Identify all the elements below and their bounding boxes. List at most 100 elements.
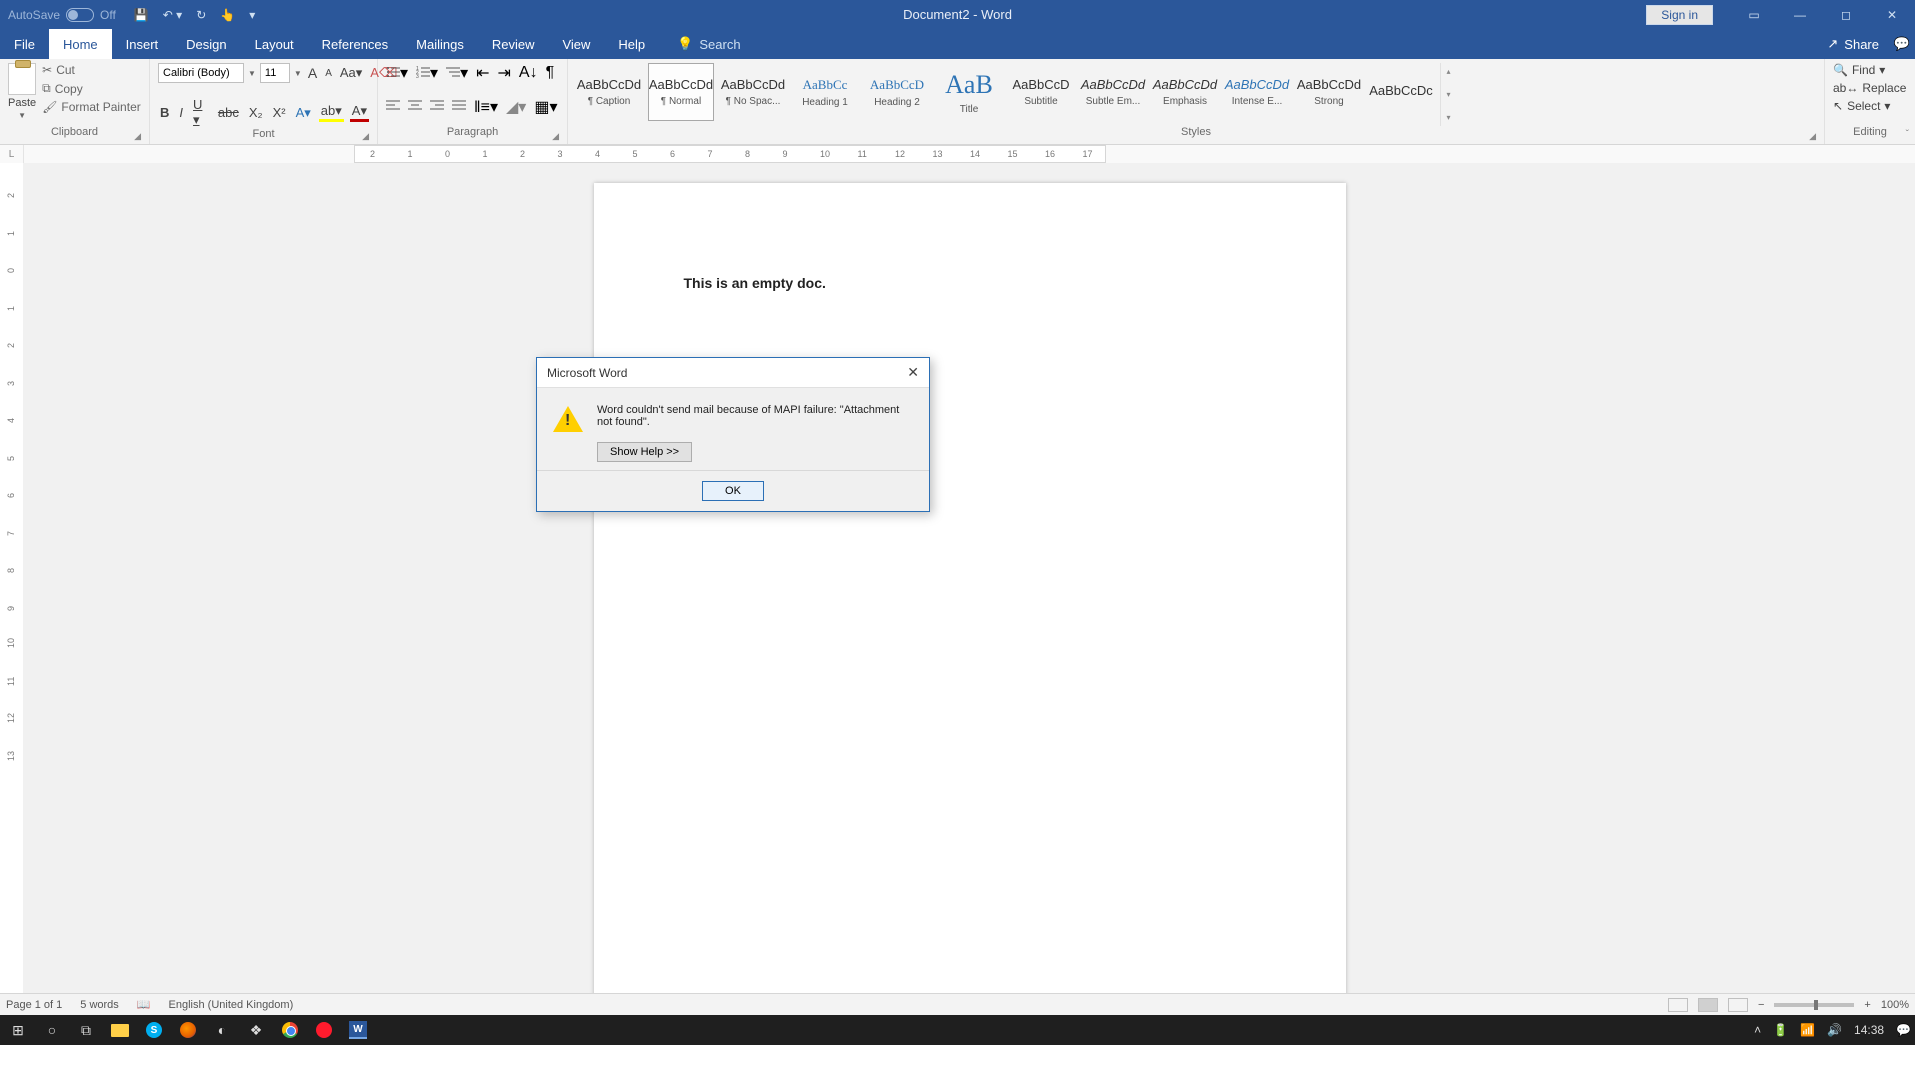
save-icon[interactable]: 💾 <box>134 8 149 22</box>
styles-scroll[interactable]: ▴▾▾ <box>1440 63 1456 126</box>
chrome-icon[interactable] <box>276 1015 304 1045</box>
task-view-icon[interactable]: ⧉ <box>72 1015 100 1045</box>
justify-icon[interactable] <box>452 98 466 116</box>
strikethrough-button[interactable]: abc <box>216 105 241 120</box>
redo-icon[interactable]: ↻ <box>196 8 206 22</box>
search-input[interactable] <box>699 37 819 52</box>
share-button[interactable]: ↗ Share <box>1827 29 1879 59</box>
touch-mode-icon[interactable]: 👆 <box>220 8 235 22</box>
find-button[interactable]: 🔍Find ▾ <box>1833 63 1885 77</box>
horizontal-ruler[interactable]: 210123456789101112131415161718 <box>354 145 1106 163</box>
font-color-icon[interactable]: A▾ <box>350 103 369 122</box>
numbering-icon[interactable]: 123▾ <box>416 63 438 83</box>
style-tile[interactable]: AaBbCcHeading 1 <box>792 63 858 121</box>
borders-icon[interactable]: ▦▾ <box>534 97 557 117</box>
align-right-icon[interactable] <box>430 98 444 116</box>
underline-button[interactable]: U ▾ <box>191 97 210 128</box>
tab-layout[interactable]: Layout <box>241 29 308 59</box>
skype-icon[interactable]: S <box>140 1015 168 1045</box>
tab-home[interactable]: Home <box>49 29 112 59</box>
tab-mailings[interactable]: Mailings <box>402 29 478 59</box>
cortana-icon[interactable]: ○ <box>38 1015 66 1045</box>
document-text[interactable]: This is an empty doc. <box>684 275 1256 291</box>
tell-me-search[interactable]: 💡 <box>677 29 819 59</box>
tab-selector[interactable]: L <box>0 145 24 163</box>
dialog-launcher-icon[interactable]: ◢ <box>552 131 559 142</box>
zoom-in-icon[interactable]: + <box>1864 999 1870 1011</box>
collapse-ribbon-icon[interactable]: ˇ <box>1906 129 1909 140</box>
italic-button[interactable]: I <box>177 105 185 120</box>
zoom-level[interactable]: 100% <box>1881 999 1909 1011</box>
action-center-icon[interactable]: 💬 <box>1896 1023 1911 1037</box>
sign-in-button[interactable]: Sign in <box>1646 5 1713 25</box>
font-name-combo[interactable]: Calibri (Body) <box>158 63 244 83</box>
file-explorer-icon[interactable] <box>106 1015 134 1045</box>
text-effects-icon[interactable]: A▾ <box>294 105 313 121</box>
clock[interactable]: 14:38 <box>1854 1023 1884 1037</box>
replace-button[interactable]: ab↔Replace <box>1833 81 1906 95</box>
comments-icon[interactable]: 💬 <box>1889 29 1915 59</box>
firefox-icon[interactable] <box>174 1015 202 1045</box>
maximize-icon[interactable]: ◻ <box>1823 0 1869 29</box>
battery-icon[interactable]: 🔋 <box>1773 1023 1788 1037</box>
multilevel-list-icon[interactable]: ▾ <box>446 63 468 83</box>
zoom-out-icon[interactable]: − <box>1758 999 1764 1011</box>
dialog-close-icon[interactable]: ✕ <box>907 364 919 381</box>
undo-icon[interactable]: ↶ ▾ <box>163 8 182 22</box>
style-tile[interactable]: AaBbCcDd¶ Normal <box>648 63 714 121</box>
style-tile[interactable]: AaBbCcDd¶ Caption <box>576 63 642 121</box>
spell-check-icon[interactable]: 📖 <box>137 998 151 1011</box>
change-case-icon[interactable]: Aa▾ <box>338 65 364 81</box>
superscript-button[interactable]: X² <box>271 105 288 120</box>
font-size-combo[interactable]: 11 <box>260 63 290 83</box>
shading-icon[interactable]: ◢▾ <box>506 97 526 117</box>
show-marks-icon[interactable]: ¶ <box>546 64 555 82</box>
align-left-icon[interactable] <box>386 98 400 116</box>
tab-references[interactable]: References <box>308 29 402 59</box>
tab-help[interactable]: Help <box>604 29 659 59</box>
grow-font-icon[interactable]: A <box>306 65 319 81</box>
dialog-titlebar[interactable]: Microsoft Word ✕ <box>537 358 929 388</box>
close-icon[interactable]: ✕ <box>1869 0 1915 29</box>
show-help-button[interactable]: Show Help >> <box>597 442 692 462</box>
increase-indent-icon[interactable]: ⇥ <box>498 63 511 83</box>
line-spacing-icon[interactable]: ‖≡▾ <box>474 97 498 117</box>
copy-button[interactable]: ⧉Copy <box>42 81 141 96</box>
select-button[interactable]: ↖Select ▾ <box>1833 99 1890 113</box>
web-layout-icon[interactable] <box>1728 998 1748 1012</box>
sort-icon[interactable]: A↓ <box>519 64 538 82</box>
wifi-icon[interactable]: 📶 <box>1800 1023 1815 1037</box>
decrease-indent-icon[interactable]: ⇤ <box>476 63 489 83</box>
style-tile[interactable]: AaBbCcDdSubtle Em... <box>1080 63 1146 121</box>
style-tile[interactable]: AaBTitle <box>936 63 1002 121</box>
style-tile[interactable]: AaBbCcDd¶ No Spac... <box>720 63 786 121</box>
tab-file[interactable]: File <box>0 29 49 59</box>
start-icon[interactable]: ⊞ <box>4 1015 32 1045</box>
paste-button[interactable]: Paste ▼ <box>8 63 36 120</box>
format-painter-button[interactable]: 🖌Format Painter <box>42 100 141 114</box>
zoom-slider[interactable] <box>1774 1003 1854 1007</box>
ribbon-display-icon[interactable]: ▭ <box>1731 0 1777 29</box>
style-tile[interactable]: AaBbCcDc <box>1368 63 1434 121</box>
volume-icon[interactable]: 🔊 <box>1827 1023 1842 1037</box>
cut-button[interactable]: ✂Cut <box>42 63 141 77</box>
shrink-font-icon[interactable]: A <box>323 68 334 79</box>
tray-chevron-icon[interactable]: ˄ <box>1754 1023 1761 1037</box>
read-mode-icon[interactable] <box>1668 998 1688 1012</box>
style-tile[interactable]: AaBbCcDdStrong <box>1296 63 1362 121</box>
print-layout-icon[interactable] <box>1698 998 1718 1012</box>
dialog-launcher-icon[interactable]: ◢ <box>1809 131 1816 142</box>
tab-view[interactable]: View <box>548 29 604 59</box>
dialog-launcher-icon[interactable]: ◢ <box>362 131 369 142</box>
dialog-launcher-icon[interactable]: ◢ <box>134 131 141 142</box>
subscript-button[interactable]: X₂ <box>247 105 265 120</box>
style-tile[interactable]: AaBbCcDdIntense E... <box>1224 63 1290 121</box>
style-tile[interactable]: AaBbCcDSubtitle <box>1008 63 1074 121</box>
bold-button[interactable]: B <box>158 105 171 120</box>
page-number[interactable]: Page 1 of 1 <box>6 999 62 1011</box>
autosave-toggle[interactable]: AutoSave Off <box>8 8 116 22</box>
tab-insert[interactable]: Insert <box>112 29 173 59</box>
ok-button[interactable]: OK <box>702 481 764 501</box>
document-area[interactable]: This is an empty doc. <box>24 163 1915 993</box>
style-tile[interactable]: AaBbCcDdEmphasis <box>1152 63 1218 121</box>
